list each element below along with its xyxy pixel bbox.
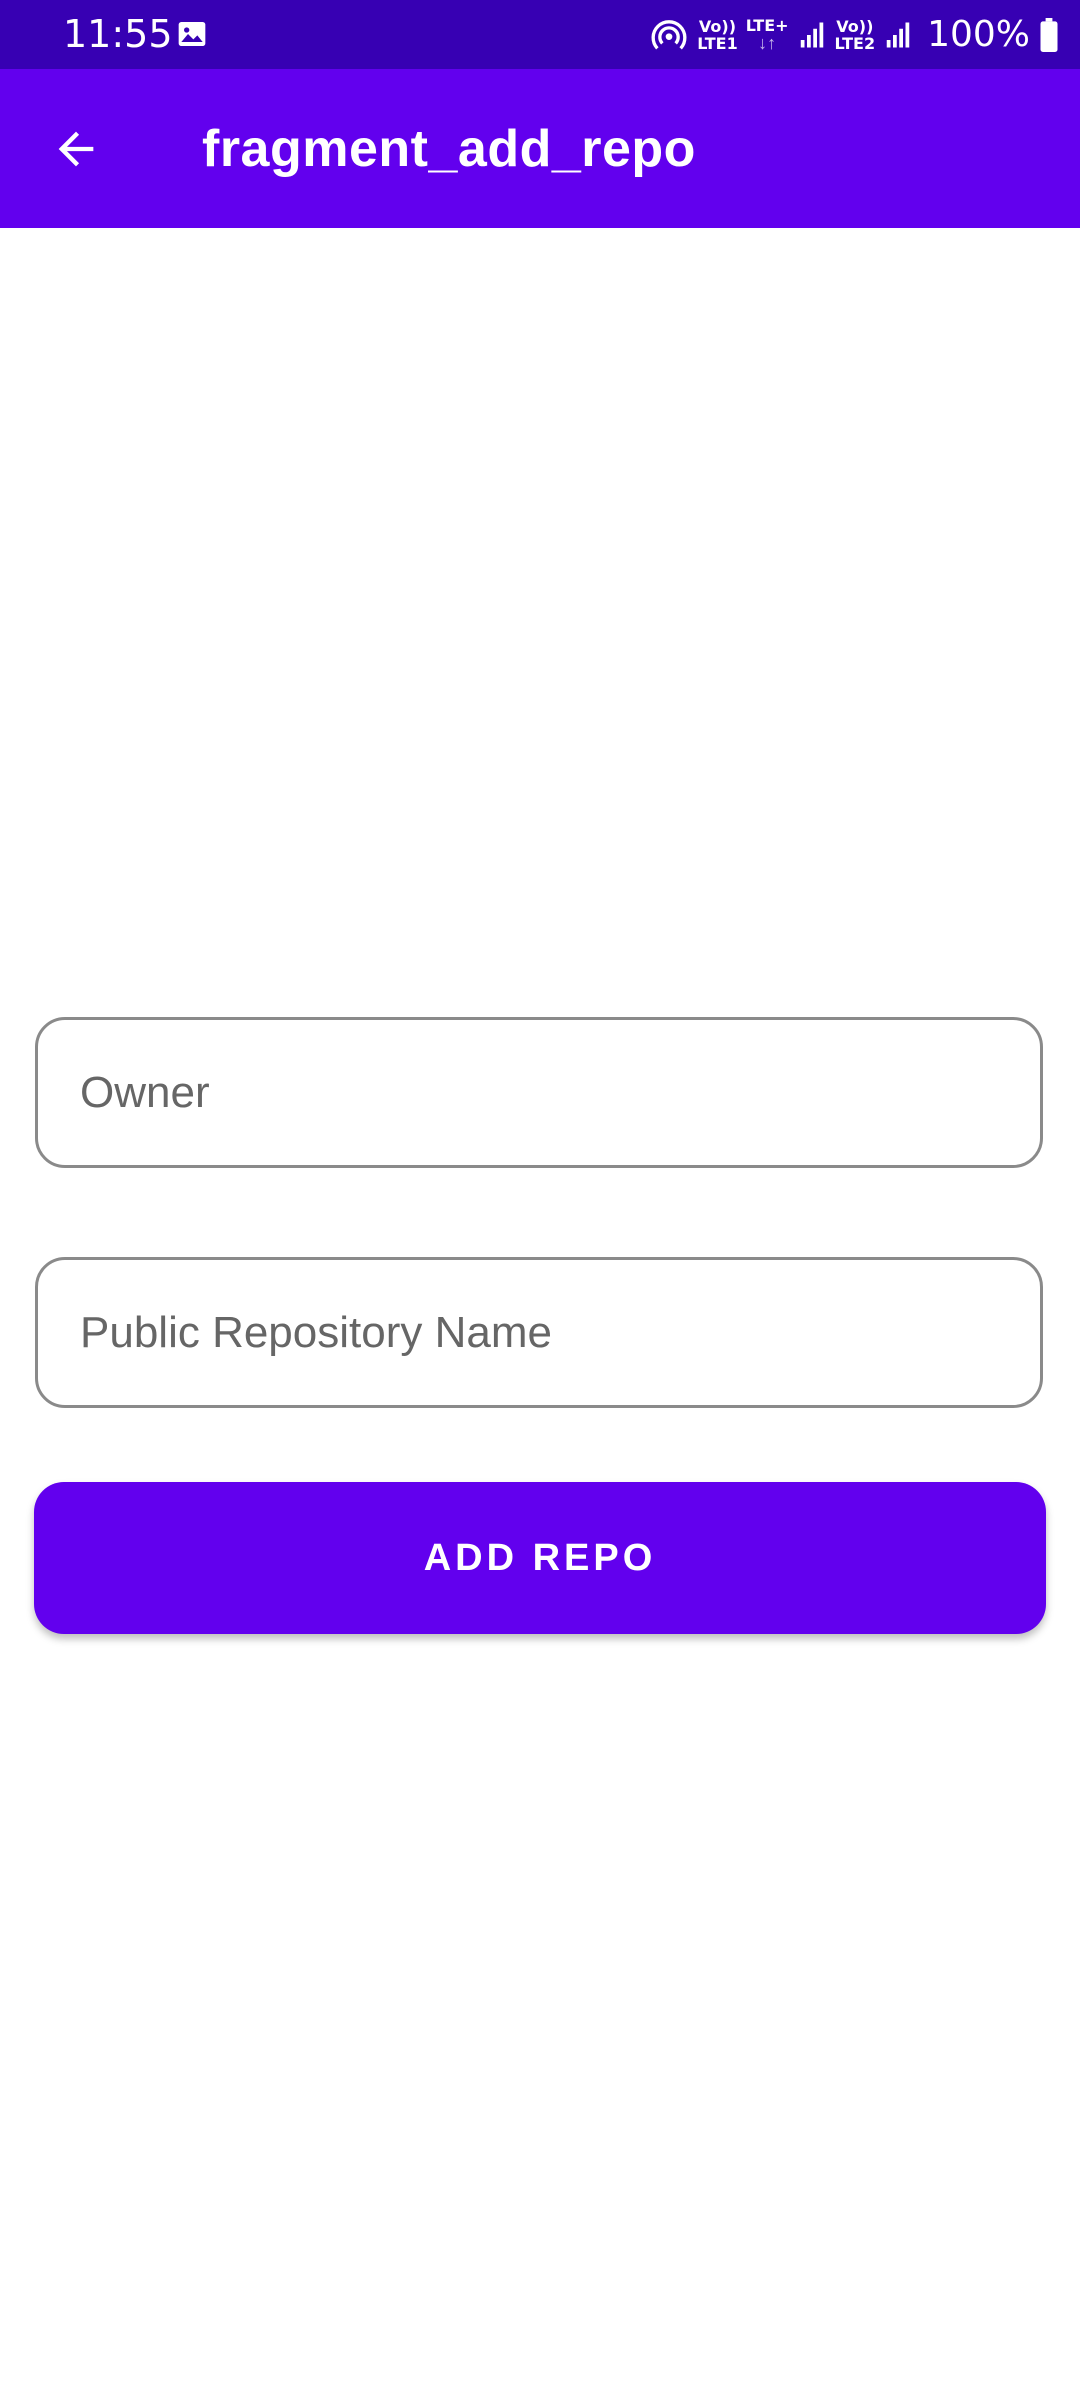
owner-field[interactable] bbox=[35, 1017, 1043, 1168]
status-icons: Vo)) LTE1 LTE+ ↓↑ Vo)) LTE2 100% bbox=[649, 0, 1060, 69]
add-repo-button[interactable]: ADD REPO bbox=[34, 1482, 1046, 1634]
sim1-volte: Vo)) bbox=[698, 16, 737, 36]
sim2-network: LTE2 bbox=[834, 33, 876, 53]
page-title: fragment_add_repo bbox=[202, 120, 696, 178]
signal-strength-icon bbox=[886, 22, 910, 47]
status-time: 11:55 bbox=[63, 12, 173, 56]
battery-icon bbox=[1040, 17, 1058, 52]
arrow-back-icon bbox=[58, 131, 94, 167]
hotspot-icon bbox=[651, 19, 687, 49]
sim1-indicator: Vo)) LTE1 bbox=[697, 18, 738, 52]
owner-input[interactable] bbox=[80, 1020, 1000, 1165]
battery-percentage: 100% bbox=[927, 14, 1030, 55]
repository-name-input[interactable] bbox=[80, 1260, 1000, 1405]
app-bar: fragment_add_repo bbox=[0, 69, 1080, 228]
image-icon bbox=[178, 22, 206, 46]
lte-plus-indicator: LTE+ ↓↑ bbox=[746, 17, 789, 52]
data-activity-icon: ↓↑ bbox=[758, 33, 777, 53]
sim1-network: LTE1 bbox=[697, 33, 738, 53]
back-button[interactable] bbox=[40, 113, 112, 185]
repository-name-field[interactable] bbox=[35, 1257, 1043, 1408]
lte-plus-label: LTE+ bbox=[745, 16, 789, 35]
add-repo-button-label: ADD REPO bbox=[423, 1536, 657, 1579]
sim2-volte: Vo)) bbox=[836, 16, 874, 36]
status-bar: 11:55 Vo)) LTE1 LTE+ ↓↑ Vo)) LTE2 100% bbox=[0, 0, 1080, 69]
sim2-indicator: Vo)) LTE2 bbox=[835, 18, 876, 52]
signal-strength-icon bbox=[800, 22, 823, 47]
